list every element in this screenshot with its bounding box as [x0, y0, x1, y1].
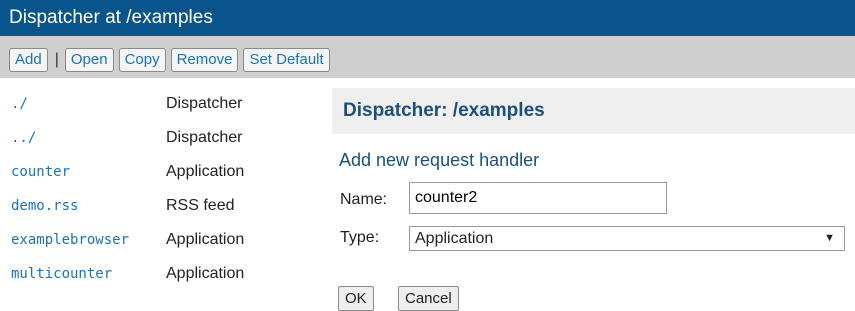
toolbar-separator: |	[54, 51, 59, 68]
handler-type: RSS feed	[166, 197, 235, 214]
detail-panel: Dispatcher: /examples Add new request ha…	[332, 88, 855, 171]
handler-link[interactable]: ../	[11, 130, 36, 146]
handler-link[interactable]: counter	[11, 164, 70, 180]
type-select-value: Application	[415, 230, 494, 247]
form-subheading: Add new request handler	[339, 150, 540, 170]
set-default-button[interactable]: Set Default	[243, 48, 330, 72]
toolbar: Add | Open Copy Remove Set Default	[0, 36, 855, 78]
name-label: Name:	[340, 191, 388, 208]
add-button[interactable]: Add	[9, 48, 48, 72]
list-item: demo.rss RSS feed	[11, 188, 331, 222]
handler-type: Application	[166, 231, 245, 248]
copy-button[interactable]: Copy	[118, 48, 166, 72]
remove-button[interactable]: Remove	[170, 48, 239, 72]
window-title: Dispatcher at /examples	[0, 0, 855, 36]
list-item: ./ Dispatcher	[11, 86, 331, 120]
cancel-button[interactable]: Cancel	[398, 286, 459, 311]
name-input[interactable]	[409, 182, 667, 214]
handler-link[interactable]: multicounter	[11, 266, 112, 282]
type-label: Type:	[340, 229, 380, 246]
dropdown-arrow-icon: ▼	[824, 232, 835, 244]
handler-link[interactable]: examplebrowser	[11, 232, 129, 248]
handler-type: Dispatcher	[166, 95, 243, 112]
open-button[interactable]: Open	[64, 48, 114, 72]
panel-heading: Dispatcher: /examples	[332, 88, 855, 134]
list-item: counter Application	[11, 154, 331, 188]
handler-type: Application	[166, 163, 245, 180]
type-select[interactable]: Application ▼	[409, 226, 845, 251]
handler-type: Application	[166, 265, 245, 282]
list-item: ../ Dispatcher	[11, 120, 331, 154]
handler-type: Dispatcher	[166, 129, 243, 146]
handler-list: ./ Dispatcher ../ Dispatcher counter App…	[11, 86, 331, 290]
list-item: examplebrowser Application	[11, 222, 331, 256]
ok-button[interactable]: OK	[338, 286, 374, 311]
handler-link[interactable]: demo.rss	[11, 198, 78, 214]
handler-link[interactable]: ./	[11, 96, 28, 112]
list-item: multicounter Application	[11, 256, 331, 290]
